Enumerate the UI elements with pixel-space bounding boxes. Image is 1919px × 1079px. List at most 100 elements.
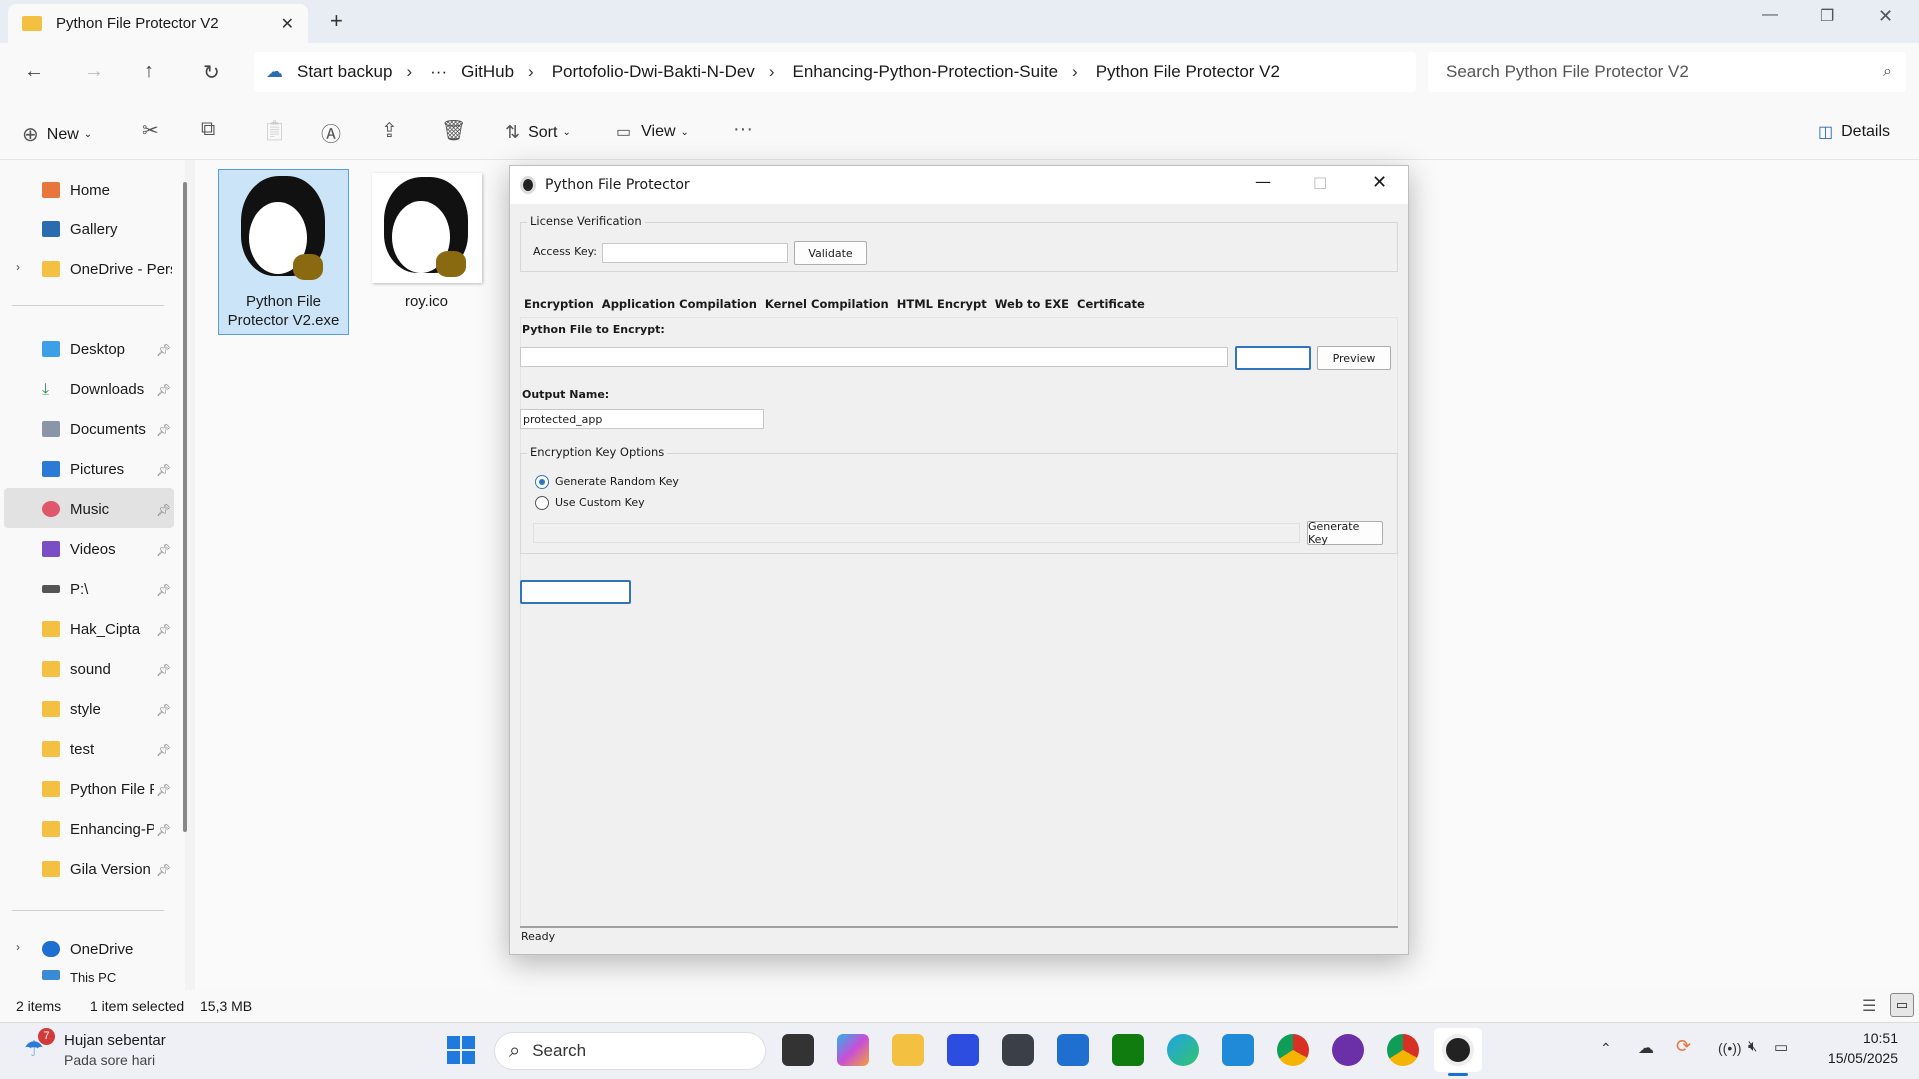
browse-button[interactable] — [1235, 346, 1311, 370]
tab-web-to-exe[interactable]: Web to EXE — [995, 297, 1069, 311]
output-name-field[interactable]: protected_app — [520, 409, 764, 429]
sidebar-item-enhancing[interactable]: Enhancing-Py — [42, 811, 154, 847]
close-window-icon[interactable]: ✕ — [1878, 6, 1893, 27]
store-icon[interactable] — [1057, 1034, 1089, 1066]
penguin-taskbar-icon[interactable] — [1442, 1034, 1474, 1066]
sidebar-item-home[interactable]: Home — [42, 172, 172, 208]
radio-custom-key[interactable] — [535, 496, 549, 510]
start-icon[interactable] — [447, 1036, 475, 1064]
refresh-icon[interactable]: ↻ — [203, 60, 220, 85]
breadcrumb-current[interactable]: Python File Protector V2 — [1096, 62, 1280, 82]
view-button[interactable]: ▭ View ⌄ — [616, 122, 689, 142]
explorer-tab[interactable]: Python File Protector V2 ✕ — [8, 4, 308, 43]
custom-key-field[interactable] — [533, 523, 1300, 543]
sidebar-item-pictures[interactable]: Pictures — [42, 451, 172, 487]
github-desktop-icon[interactable] — [1332, 1034, 1364, 1066]
access-key-field[interactable] — [602, 243, 788, 263]
sidebar-item-onedrive-personal[interactable]: OneDrive - Perso — [42, 251, 172, 287]
clock-time[interactable]: 10:51 — [1838, 1030, 1898, 1046]
tab-application-compilation[interactable]: Application Compilation — [602, 297, 757, 311]
back-icon[interactable]: ← — [24, 60, 44, 83]
generate-key-button[interactable]: Generate Key — [1307, 520, 1383, 546]
minimize-icon[interactable]: — — [1762, 6, 1778, 24]
copy-icon[interactable]: ⧉ — [201, 118, 215, 141]
tab-encryption[interactable]: Encryption — [524, 297, 594, 311]
edge-icon[interactable] — [1167, 1034, 1199, 1066]
radio-random-key[interactable] — [535, 475, 549, 489]
sidebar-item-style[interactable]: style — [42, 691, 172, 727]
up-icon[interactable]: ↑ — [144, 60, 154, 83]
sidebar-item-downloads[interactable]: ⤓ Downloads — [42, 371, 172, 407]
sidebar-item-gila-version[interactable]: Gila Version — [42, 851, 172, 887]
cloud-off-icon[interactable]: ☁ — [1638, 1038, 1654, 1058]
divider — [12, 305, 164, 306]
chevron-right-icon[interactable]: › — [16, 260, 20, 274]
more-icon[interactable]: ··· — [430, 62, 447, 82]
wifi-icon[interactable]: ((•)) — [1718, 1040, 1742, 1056]
close-tab-icon[interactable]: ✕ — [281, 14, 294, 34]
sync-icon[interactable]: ⟳ — [1676, 1036, 1691, 1057]
breadcrumb-suite[interactable]: Enhancing-Python-Protection-Suite — [792, 62, 1058, 82]
sidebar-item-test[interactable]: test — [42, 731, 172, 767]
sidebar-item-sound[interactable]: sound — [42, 651, 172, 687]
breadcrumb-portfolio[interactable]: Portofolio-Dwi-Bakti-N-Dev — [552, 62, 755, 82]
file-item-selected[interactable]: Python File Protector V2.exe — [218, 169, 349, 335]
scrollbar[interactable] — [183, 182, 187, 832]
breadcrumb[interactable]: ☁ Start backup › ··· GitHub › Portofolio… — [254, 52, 1416, 92]
breadcrumb-start-backup[interactable]: Start backup — [297, 62, 392, 82]
battery-icon[interactable]: ▭ — [1774, 1038, 1788, 1056]
search-input[interactable]: Search Python File Protector V2 ⌕ — [1428, 52, 1906, 92]
share-icon[interactable]: ⇪ — [381, 118, 398, 143]
taskbar-search[interactable]: ⌕ Search — [494, 1032, 766, 1070]
sidebar-item-videos[interactable]: Videos — [42, 531, 172, 567]
sidebar-item-documents[interactable]: Documents — [42, 411, 172, 447]
tab-html-encrypt[interactable]: HTML Encrypt — [897, 297, 987, 311]
file-item[interactable]: roy.ico — [361, 169, 492, 319]
breadcrumb-github[interactable]: GitHub — [461, 62, 514, 82]
close-icon[interactable]: ✕ — [1372, 172, 1387, 193]
volume-muted-icon[interactable]: 🔇︎ — [1748, 1038, 1757, 1055]
tab-kernel-compilation[interactable]: Kernel Compilation — [765, 297, 889, 311]
forward-icon[interactable]: → — [84, 60, 104, 83]
restore-icon[interactable]: ❐ — [1820, 6, 1834, 26]
chrome-profile-icon[interactable] — [1387, 1034, 1419, 1066]
new-tab-button[interactable]: + — [330, 8, 343, 34]
encrypt-button[interactable] — [520, 580, 631, 604]
sidebar-item-hak-cipta[interactable]: Hak_Cipta — [42, 611, 172, 647]
sidebar-item-desktop[interactable]: Desktop — [42, 331, 172, 367]
file-path-field[interactable] — [520, 347, 1228, 367]
sidebar-item-onedrive[interactable]: OneDrive — [42, 931, 172, 967]
list-view-icon[interactable]: ☰ — [1862, 996, 1876, 1016]
chevron-right-icon[interactable]: › — [16, 940, 20, 954]
maximize-icon[interactable]: ☐ — [1313, 174, 1327, 193]
delete-icon[interactable]: 🗑︎ — [441, 118, 466, 143]
sidebar-item-gallery[interactable]: Gallery — [42, 211, 172, 247]
details-button[interactable]: ◫ Details — [1818, 122, 1890, 142]
chrome-icon[interactable] — [1277, 1034, 1309, 1066]
new-button[interactable]: ⊕ New ⌄ — [22, 122, 92, 147]
more-options-icon[interactable]: ··· — [733, 118, 753, 141]
copilot-icon[interactable] — [837, 1034, 869, 1066]
paste-icon[interactable]: 📋︎ — [262, 118, 287, 143]
app-icon[interactable] — [947, 1034, 979, 1066]
minimize-icon[interactable]: — — [1255, 172, 1271, 191]
vscode-icon[interactable] — [1222, 1034, 1254, 1066]
unity-icon[interactable] — [1002, 1034, 1034, 1066]
xbox-icon[interactable] — [1112, 1034, 1144, 1066]
sidebar-item-p-drive[interactable]: P:\ — [42, 571, 172, 607]
chevron-up-icon[interactable]: ⌃ — [1600, 1040, 1612, 1057]
sort-button[interactable]: ⇅ Sort ⌄ — [505, 122, 571, 143]
validate-button[interactable]: Validate — [794, 241, 867, 265]
clock-date[interactable]: 15/05/2025 — [1810, 1050, 1898, 1066]
sidebar-item-music[interactable]: Music — [42, 491, 172, 527]
rename-icon[interactable]: Ⓐ — [321, 118, 341, 147]
sidebar-item-python-file-protector[interactable]: Python File Pr — [42, 771, 154, 807]
file-explorer-icon[interactable] — [892, 1034, 924, 1066]
weather-title[interactable]: Hujan sebentar — [64, 1032, 166, 1049]
task-view-icon[interactable] — [782, 1034, 814, 1066]
tiles-view-icon[interactable]: ▭ — [1890, 993, 1914, 1017]
preview-button[interactable]: Preview — [1317, 346, 1391, 370]
cut-icon[interactable]: ✂ — [142, 118, 159, 143]
sidebar-item-this-pc[interactable]: This PC — [42, 970, 172, 990]
tab-certificate[interactable]: Certificate — [1077, 297, 1145, 311]
